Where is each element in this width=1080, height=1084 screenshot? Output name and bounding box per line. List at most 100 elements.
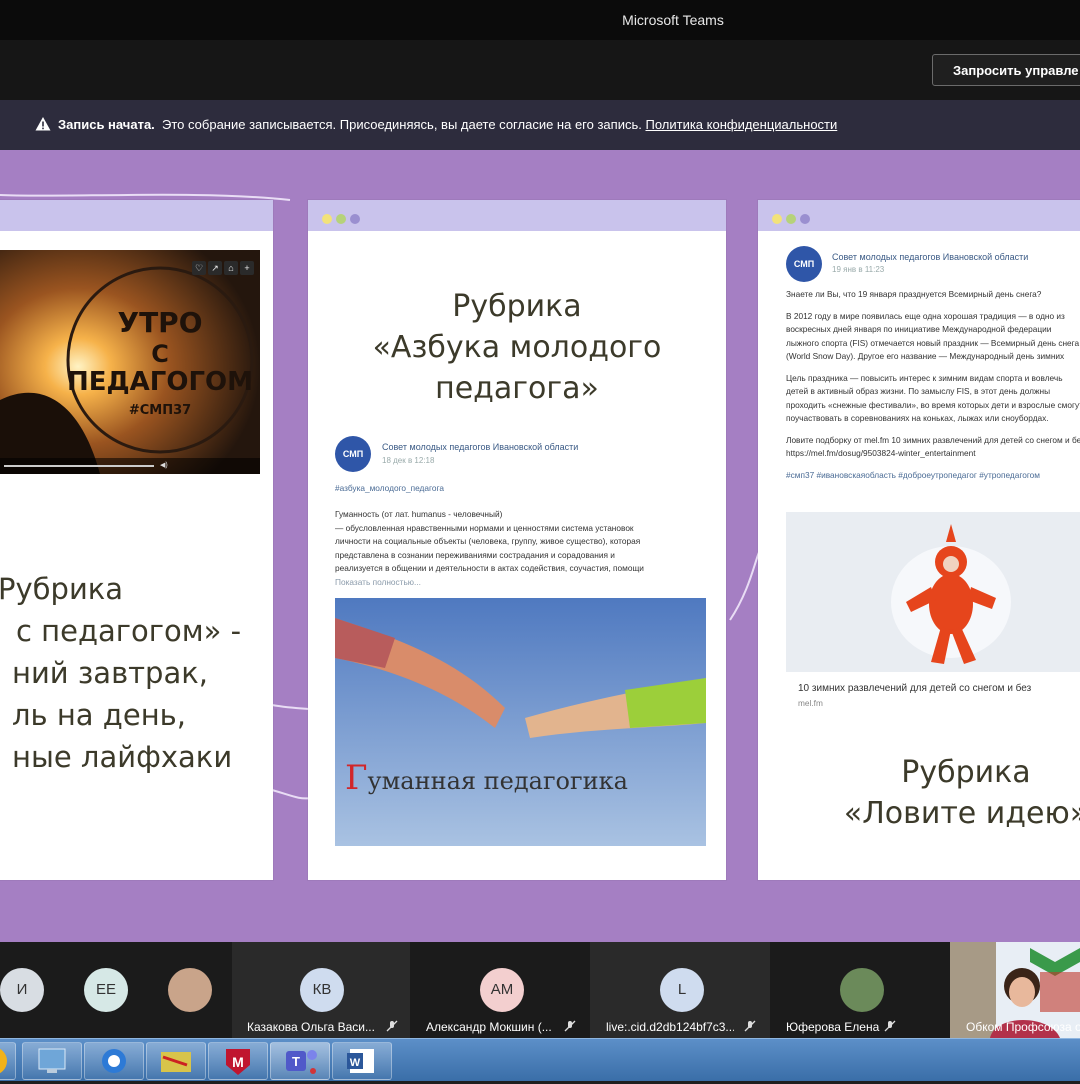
- card3-rubric-line-1: Рубрика: [901, 755, 1031, 790]
- add-icon[interactable]: +: [240, 261, 254, 275]
- post-author[interactable]: Совет молодых педагогов Ивановской облас…: [382, 442, 578, 452]
- request-control-button[interactable]: Запросить управле: [932, 54, 1080, 86]
- participant-tile[interactable]: АМ Александр Мокшин (...: [410, 942, 590, 1038]
- video-text-line-2: С: [151, 340, 169, 368]
- dot-purple-icon: [350, 214, 360, 224]
- taskbar-app[interactable]: [146, 1042, 206, 1080]
- heart-icon[interactable]: ♡: [192, 261, 206, 275]
- title-bar: Microsoft Teams: [0, 0, 1080, 41]
- post-paragraph: В 2012 году в мире появилась еще одна хо…: [786, 310, 1080, 362]
- windows-taskbar: M T W: [0, 1038, 1080, 1081]
- participant-name: Обком Профсоюза о: [966, 1020, 1080, 1034]
- post-paragraph: Цель праздника — повысить интерес к зимн…: [786, 372, 1080, 424]
- folder-icon: [161, 1052, 191, 1072]
- post-date: 19 янв в 11:23: [832, 265, 885, 274]
- post-author[interactable]: Совет молодых педагогов Ивановской облас…: [832, 252, 1028, 262]
- warning-icon: [35, 117, 51, 131]
- post-text-line: реализуется в общении и деятельности в а…: [335, 563, 644, 573]
- card1-line-3: ний завтрак,: [12, 656, 208, 690]
- shared-screen: УТРО С ПЕДАГОГОМ #СМП37 ♡ ↗ ⌂ + ◀) Рубрика …: [0, 150, 1080, 942]
- taskbar-ie[interactable]: [84, 1042, 144, 1080]
- participant-video-tile[interactable]: Обком Профсоюза о: [950, 942, 1080, 1038]
- snow-angel-image: [786, 512, 1080, 672]
- bookmark-icon[interactable]: ⌂: [224, 261, 238, 275]
- card3-rubric-title: Рубрика «Ловите идею»: [798, 752, 1080, 834]
- post-text-line: — обусловленная нравственными нормами и …: [335, 522, 634, 533]
- meeting-toolbar: Запросить управле: [0, 40, 1080, 100]
- community-logo: СМП: [786, 246, 822, 282]
- recording-notice: Это собрание записывается. Присоединяясь…: [162, 117, 642, 132]
- participant-name: Александр Мокшин (...: [426, 1020, 552, 1034]
- taskbar-teams[interactable]: T: [270, 1042, 330, 1080]
- avatar[interactable]: ЕЕ: [84, 968, 128, 1012]
- dot-green-icon: [336, 214, 346, 224]
- card1-line-1: Рубрика: [0, 572, 124, 606]
- hands-image: [335, 598, 706, 846]
- video-controls[interactable]: ◀): [0, 458, 260, 474]
- post-paragraph: Ловите подборку от mel.fm 10 зимних разв…: [786, 434, 1080, 459]
- video-progress-bar[interactable]: [4, 465, 154, 467]
- link-title[interactable]: 10 зимних развлечений для детей со снего…: [798, 682, 1031, 696]
- share-icon[interactable]: ↗: [208, 261, 222, 275]
- mic-muted-icon: [744, 1020, 756, 1032]
- video-text-line-3: ПЕДАГОГОМ: [67, 367, 253, 397]
- window-title: Microsoft Teams: [622, 12, 724, 28]
- avatar-photo[interactable]: [168, 968, 212, 1012]
- card-titlebar: [0, 200, 273, 231]
- card3-rubric-line-2: «Ловите идею»: [843, 796, 1080, 831]
- post-paragraph: Знаете ли Вы, что 19 января празднуется …: [786, 289, 1042, 299]
- show-more-link[interactable]: Показать полностью...: [335, 576, 705, 590]
- card2-rubric-line-3: педагога»: [435, 371, 599, 406]
- participant-tile[interactable]: КВ Казакова Ольга Васи...: [232, 942, 410, 1038]
- privacy-policy-link[interactable]: Политика конфиденциальности: [645, 117, 837, 132]
- image-caption-first-letter: Г: [345, 758, 368, 798]
- taskbar-word[interactable]: W: [332, 1042, 392, 1080]
- slide-card-ideas: СМП Совет молодых педагогов Ивановской о…: [758, 200, 1080, 880]
- volume-icon[interactable]: ◀): [160, 461, 168, 469]
- card2-rubric-line-1: Рубрика: [452, 289, 582, 324]
- post-text: Знаете ли Вы, что 19 января празднуется …: [786, 288, 1080, 482]
- post-hashtags[interactable]: #смп37 #ивановскаяобласть #доброеутропед…: [786, 469, 1080, 483]
- post-text-line: представлена в сознании переживаниями со…: [335, 549, 615, 560]
- slide-card-abc: Рубрика «Азбука молодого педагога» СМП С…: [308, 200, 726, 880]
- participant-tile[interactable]: L live:.cid.d2db124bf7c3...: [590, 942, 770, 1038]
- computer-icon: [38, 1048, 66, 1073]
- card-titlebar: [308, 200, 726, 231]
- post-text: Гуманность (от лат. humanus - человечный…: [335, 508, 705, 589]
- taskbar-explorer[interactable]: [22, 1042, 82, 1080]
- post-text-line: личности на социальные объекты (человека…: [335, 536, 641, 546]
- post-hashtag[interactable]: #азбука_молодого_педагога: [335, 482, 444, 496]
- svg-text:T: T: [292, 1054, 300, 1069]
- svg-text:M: M: [232, 1054, 244, 1070]
- video-text-line-4: #СМП37: [129, 403, 191, 418]
- avatar[interactable]: И: [0, 968, 44, 1012]
- browser-icon: [102, 1049, 126, 1073]
- participants-bar: И ЕЕ КВ Казакова Ольга Васи... АМ Алекса…: [0, 942, 1080, 1038]
- video-thumbnail[interactable]: УТРО С ПЕДАГОГОМ #СМП37 ♡ ↗ ⌂ + ◀): [0, 250, 260, 474]
- participant-tile[interactable]: Юферова Елена: [770, 942, 950, 1038]
- avatar-photo: [840, 968, 884, 1012]
- taskbar-mcafee[interactable]: M: [208, 1042, 268, 1080]
- participant-name: live:.cid.d2db124bf7c3...: [606, 1020, 734, 1034]
- avatar: АМ: [480, 968, 524, 1012]
- humane-pedagogy-image: Гуманная педагогика: [335, 598, 706, 846]
- image-caption-rest: уманная педагогика: [367, 767, 628, 795]
- slide-card-morning: УТРО С ПЕДАГОГОМ #СМП37 ♡ ↗ ⌂ + ◀) Рубрика …: [0, 200, 273, 880]
- dot-green-icon: [786, 214, 796, 224]
- recording-banner: Запись начата. Это собрание записывается…: [0, 100, 1080, 150]
- card1-line-2: с педагогом» -: [16, 614, 242, 648]
- word-icon: W: [347, 1049, 374, 1073]
- dot-yellow-icon: [322, 214, 332, 224]
- card1-rubric-text: Рубрика с педагогом» - ний завтрак, ль н…: [0, 568, 290, 778]
- mic-muted-icon: [884, 1020, 896, 1032]
- avatar: L: [660, 968, 704, 1012]
- shield-icon: M: [226, 1049, 250, 1075]
- sunrise-image: УТРО С ПЕДАГОГОМ #СМП37: [0, 250, 260, 474]
- post-date: 18 дек в 12:18: [382, 456, 435, 465]
- community-logo: СМП: [335, 436, 371, 472]
- start-button[interactable]: [0, 1042, 16, 1080]
- recording-started-label: Запись начата.: [58, 117, 155, 132]
- recording-banner-text: Запись начата. Это собрание записывается…: [58, 117, 837, 132]
- link-domain: mel.fm: [798, 698, 823, 708]
- card2-rubric-title: Рубрика «Азбука молодого педагога»: [308, 286, 726, 409]
